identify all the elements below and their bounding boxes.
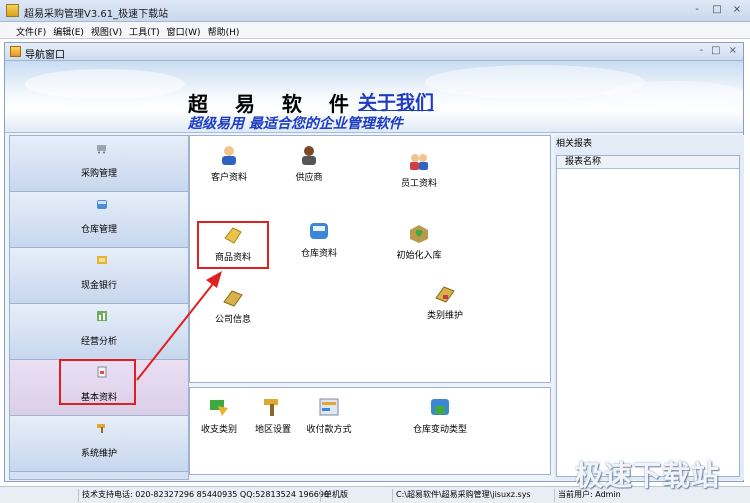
- item-label: 公司信息: [214, 315, 251, 325]
- sub-close-button[interactable]: ×: [729, 45, 737, 56]
- supplier-item[interactable]: 供应商: [274, 144, 344, 183]
- data-path: C:\超易软件\超易采购管理\jisuxz.sys: [392, 489, 552, 502]
- support-phone: 技术支持电话: 020-82327296 85440935 QQ:5281352…: [78, 489, 329, 502]
- stock-change-icon: [431, 399, 449, 415]
- hammer-icon: [97, 424, 105, 433]
- window-icon: [10, 46, 21, 57]
- menu-edit[interactable]: 编辑(E): [53, 22, 91, 38]
- navigation-window-title: 导航窗口: [25, 50, 65, 61]
- sidebar-highlight-box: [59, 359, 136, 405]
- title-bar: 超易采购管理V3.61_极速下载站 - □ ×: [0, 0, 750, 22]
- category-item[interactable]: 类别维护: [410, 282, 480, 321]
- item-label: 仓库资料: [300, 249, 337, 259]
- customer-icon: [222, 146, 236, 165]
- reports-title: 相关报表: [556, 139, 593, 149]
- stock-in-icon: [410, 225, 428, 243]
- sidebar-item-label: 采购管理: [80, 169, 117, 179]
- company-icon: [223, 290, 243, 307]
- stock-change-item[interactable]: 仓库变动类型: [410, 396, 470, 435]
- initial-stock-item[interactable]: 初始化入库: [384, 222, 454, 261]
- sub-minimize-button[interactable]: -: [700, 45, 704, 56]
- item-label: 客户资料: [210, 173, 247, 183]
- sidebar-item-label: 经营分析: [80, 337, 117, 347]
- menu-view[interactable]: 视图(V): [91, 22, 129, 38]
- watermark: 极速下载站: [575, 459, 721, 492]
- sidebar: 采购管理 仓库管理 现金银行 经营分析 基本资料 系统维护: [9, 135, 189, 480]
- banner: 超 易 软 件 关于我们 超级易用 最适合您的企业管理软件: [5, 61, 743, 133]
- chart-icon: [97, 311, 107, 321]
- close-button[interactable]: ×: [730, 4, 744, 16]
- sidebar-item-label: 现金银行: [80, 281, 117, 291]
- cart-icon: [97, 145, 106, 154]
- minimize-button[interactable]: -: [690, 4, 704, 16]
- product-highlight-box: [197, 221, 269, 269]
- item-label: 员工资料: [400, 179, 437, 189]
- sidebar-item-warehouse[interactable]: 仓库管理: [10, 192, 188, 248]
- menu-help[interactable]: 帮助(H): [208, 22, 247, 38]
- item-label: 仓库变动类型: [412, 425, 467, 435]
- item-label: 收付款方式: [306, 425, 352, 435]
- supplier-icon: [302, 146, 316, 165]
- employee-item[interactable]: 员工资料: [384, 150, 454, 189]
- navigation-window: 导航窗口 - □ × 超 易 软 件 关于我们 超级易用 最适合您的企业管理软件…: [4, 42, 744, 482]
- maximize-button[interactable]: □: [710, 4, 724, 16]
- bottom-panel: 收支类别 地区设置 收付款方式 仓库变动类型: [189, 387, 551, 475]
- item-label: 收支类别: [200, 425, 237, 435]
- item-label: 类别维护: [426, 311, 463, 321]
- slogan: 超级易用 最适合您的企业管理软件: [188, 116, 403, 132]
- sub-maximize-button[interactable]: □: [711, 45, 720, 56]
- payment-item[interactable]: 收付款方式: [294, 396, 364, 435]
- sidebar-item-label: 仓库管理: [80, 225, 117, 235]
- app-icon: [6, 4, 19, 17]
- report-name-column-header[interactable]: 报表名称: [557, 156, 739, 169]
- warehouse-data-icon: [310, 223, 328, 239]
- sidebar-item-analysis[interactable]: 经营分析: [10, 304, 188, 360]
- payment-icon: [319, 398, 339, 416]
- window-title: 超易采购管理V3.61_极速下载站: [24, 9, 169, 20]
- region-icon: [264, 399, 278, 416]
- sidebar-item-cash-bank[interactable]: 现金银行: [10, 248, 188, 304]
- item-label: 初始化入库: [396, 251, 442, 261]
- warehouse-item[interactable]: 仓库资料: [284, 220, 354, 259]
- company-item[interactable]: 公司信息: [198, 286, 268, 325]
- sidebar-item-maintenance[interactable]: 系统维护: [10, 416, 188, 472]
- menu-bar: 文件(F) 编辑(E) 视图(V) 工具(T) 窗口(W) 帮助(H): [0, 22, 750, 39]
- sidebar-item-purchase[interactable]: 采购管理: [10, 136, 188, 192]
- about-us-link[interactable]: 关于我们: [358, 88, 434, 115]
- menu-window[interactable]: 窗口(W): [167, 22, 208, 38]
- category-icon: [435, 286, 455, 303]
- warehouse-icon: [97, 200, 107, 209]
- bank-icon: [97, 256, 107, 264]
- navigation-window-titlebar: 导航窗口 - □ ×: [5, 43, 743, 61]
- reports-list[interactable]: 报表名称: [556, 155, 740, 477]
- reports-panel: 相关报表 报表名称: [554, 135, 744, 480]
- employee-icon: [410, 154, 428, 170]
- edition: 单机版: [320, 489, 390, 502]
- menu-tools[interactable]: 工具(T): [129, 22, 167, 38]
- customer-item[interactable]: 客户资料: [194, 144, 264, 183]
- item-label: 供应商: [295, 173, 323, 183]
- sidebar-item-label: 系统维护: [80, 449, 117, 459]
- menu-file[interactable]: 文件(F): [16, 22, 53, 38]
- income-type-icon: [210, 400, 228, 416]
- item-label: 地区设置: [254, 425, 291, 435]
